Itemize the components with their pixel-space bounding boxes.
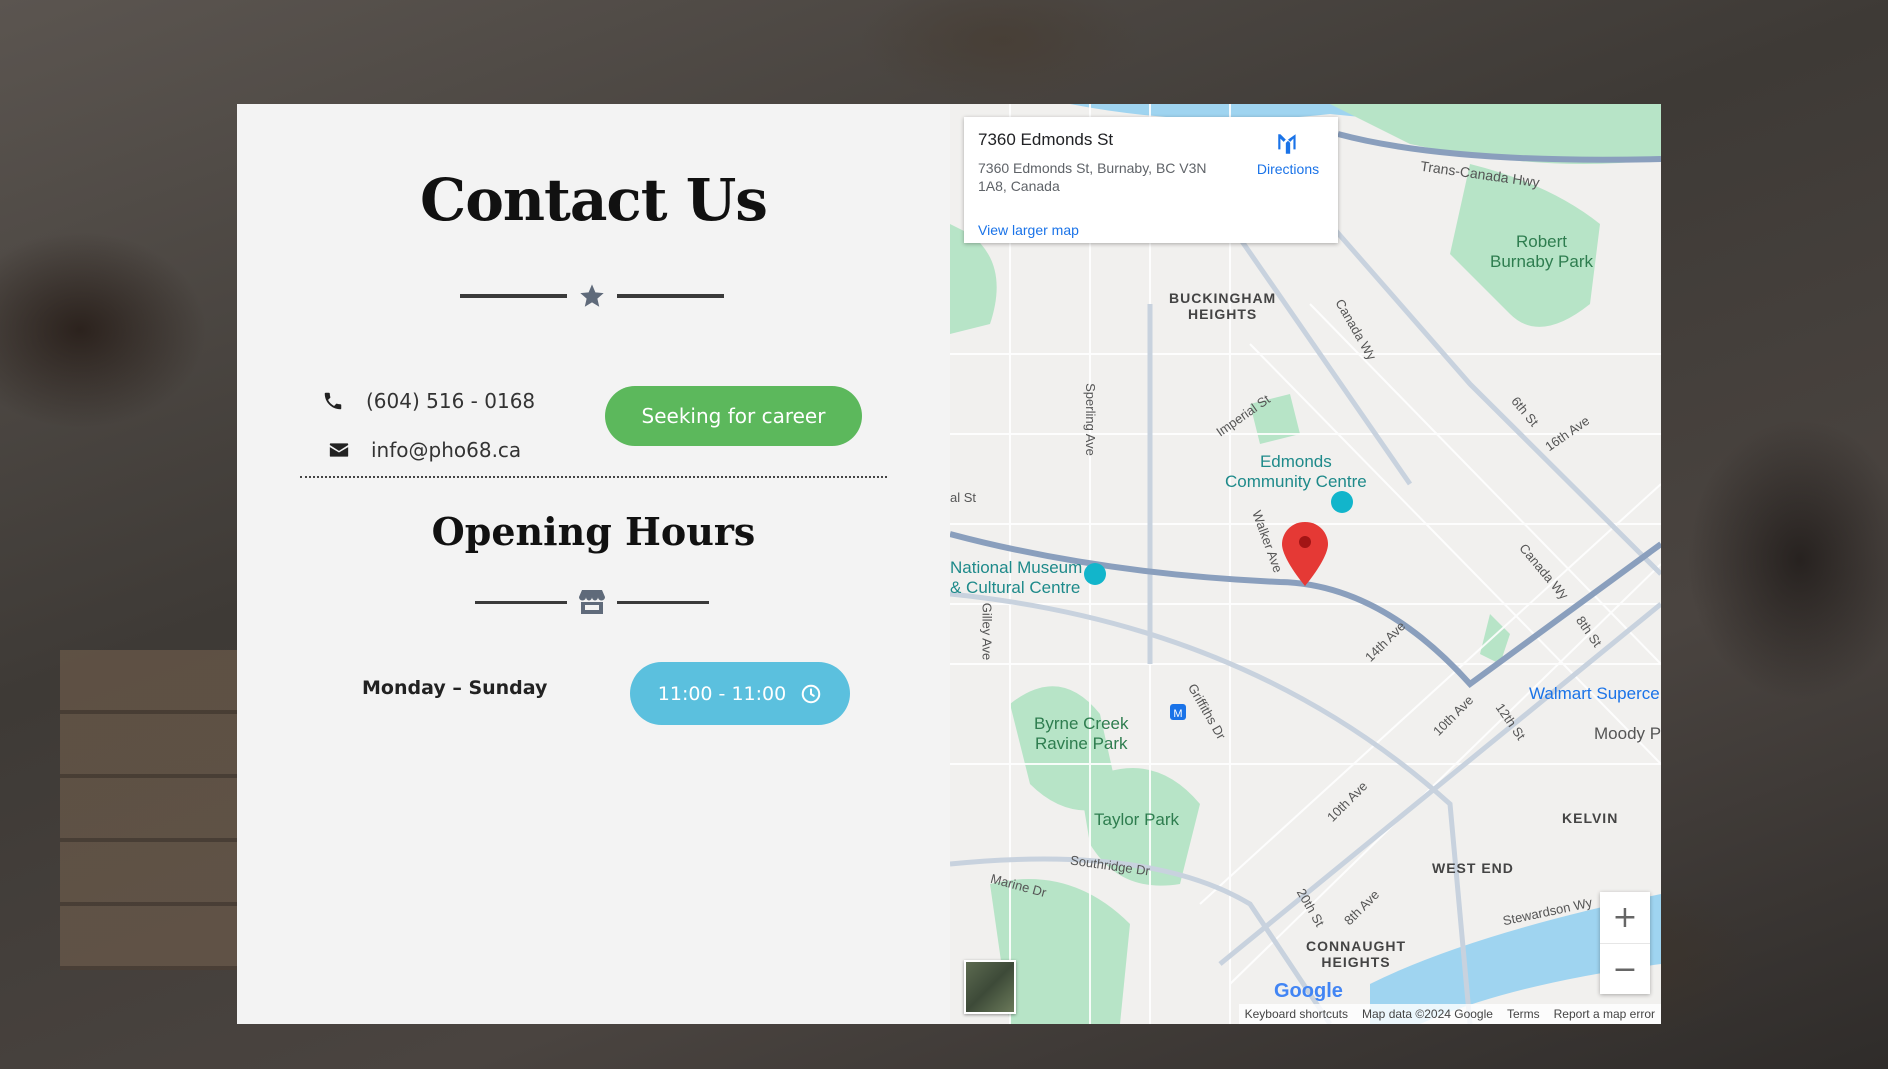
email-address[interactable]: info@pho68.ca <box>371 438 521 462</box>
phone-row[interactable]: (604) 516 - 0168 <box>322 389 535 413</box>
background-photo <box>60 650 260 970</box>
keyboard-shortcuts-link[interactable]: Keyboard shortcuts <box>1245 1007 1348 1021</box>
opening-days: Monday – Sunday <box>362 677 548 699</box>
zoom-out-button[interactable]: − <box>1600 944 1650 995</box>
place-info-card: 7360 Edmonds St 7360 Edmonds St, Burnaby… <box>964 117 1338 243</box>
view-larger-map-link[interactable]: View larger map <box>978 222 1079 238</box>
contact-panel: Contact Us (604) 516 - 0168 info@pho68.c… <box>237 104 1661 1024</box>
map-label: BUCKINGHAM HEIGHTS <box>1169 290 1277 322</box>
store-icon <box>579 590 605 614</box>
terms-link[interactable]: Terms <box>1507 1007 1540 1021</box>
map-label: Moody P <box>1594 724 1661 743</box>
section-divider <box>300 476 887 478</box>
phone-number[interactable]: (604) 516 - 0168 <box>366 389 535 413</box>
zoom-controls: + − <box>1600 892 1650 994</box>
report-error-link[interactable]: Report a map error <box>1554 1007 1655 1021</box>
hours-badge: 11:00 - 11:00 <box>630 662 850 725</box>
google-logo: Google <box>1274 980 1343 1002</box>
map-label: Robert Burnaby Park <box>1490 232 1593 271</box>
directions-icon <box>1278 134 1296 154</box>
map-attribution: Keyboard shortcuts Map data ©2024 Google… <box>1238 1004 1661 1024</box>
directions-button[interactable]: Directions <box>1248 131 1328 177</box>
map-label: Byrne Creek Ravine Park <box>1034 714 1129 753</box>
zoom-in-button[interactable]: + <box>1600 892 1650 944</box>
career-button[interactable]: Seeking for career <box>605 386 862 446</box>
map-label: Gilley Ave <box>979 602 995 661</box>
contact-title: Contact Us <box>420 166 768 234</box>
map-label: WEST END <box>1432 860 1514 876</box>
map-data-text: Map data ©2024 Google <box>1362 1007 1493 1021</box>
svg-text:M: M <box>1173 708 1182 720</box>
hours-title: Opening Hours <box>431 509 756 554</box>
star-divider <box>460 282 724 310</box>
envelope-icon <box>329 443 349 457</box>
place-address: 7360 Edmonds St, Burnaby, BC V3N 1A8, Ca… <box>978 160 1207 194</box>
star-icon <box>580 284 604 307</box>
store-divider <box>475 589 709 615</box>
map-label: National Museum & Cultural Centre <box>950 558 1083 597</box>
place-title: 7360 Edmonds St <box>978 130 1114 149</box>
map-label: Taylor Park <box>1094 810 1180 829</box>
map-label: Edmonds Community Centre <box>1225 452 1367 491</box>
map-label: CONNAUGHT HEIGHTS <box>1306 938 1406 970</box>
map-label: al St <box>950 490 977 505</box>
map-label: Sperling Ave <box>1082 383 1098 456</box>
contact-section: Contact Us (604) 516 - 0168 info@pho68.c… <box>237 104 950 1024</box>
map-label: Walmart Superce <box>1529 684 1660 703</box>
map-label: KELVIN <box>1562 810 1619 826</box>
opening-time: 11:00 - 11:00 <box>657 682 787 705</box>
google-map[interactable]: M Trans-Canada Hwy Robert Burnaby Park B… <box>950 104 1661 1024</box>
clock-icon <box>801 684 821 703</box>
email-row[interactable]: info@pho68.ca <box>329 438 521 462</box>
phone-icon <box>324 392 342 410</box>
location-pin-icon <box>1282 522 1328 586</box>
satellite-toggle[interactable] <box>964 960 1016 1014</box>
